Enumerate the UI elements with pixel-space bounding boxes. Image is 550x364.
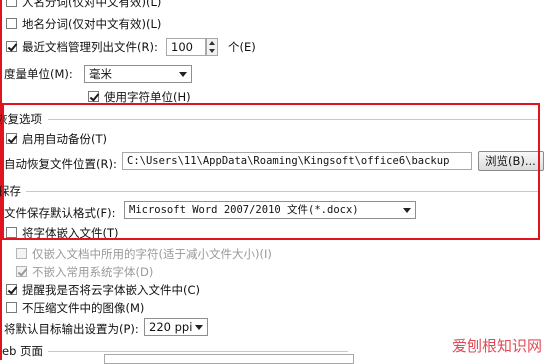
recent-docs-label: 最近文档管理列出文件(R): (22, 40, 158, 54)
embed-used-only-checkbox[interactable] (16, 248, 27, 259)
chevron-down-icon (195, 325, 203, 330)
web-section-title: eb 页面 (2, 344, 44, 358)
embed-used-only-label: 仅嵌入文档中所用的字符(适于减小文件大小)(I) (32, 247, 272, 261)
auto-backup-checkbox[interactable] (6, 133, 17, 144)
measure-unit-select[interactable]: 毫米 (84, 65, 192, 83)
char-unit-checkbox[interactable] (88, 91, 99, 102)
left-edge-red-line (0, 0, 2, 360)
save-format-value: Microsoft Word 2007/2010 文件(*.docx) (129, 204, 359, 216)
person-name-label: 人名分词(仅对中文有效)(L) (22, 0, 162, 9)
recent-docs-spinner[interactable] (206, 38, 218, 56)
save-section-title: 保存 (0, 184, 21, 198)
no-compress-images-checkbox[interactable] (6, 302, 17, 313)
chevron-down-icon (403, 208, 411, 213)
char-unit-label: 使用字符单位(H) (104, 90, 191, 104)
embed-fonts-label: 将字体嵌入文件(T) (22, 226, 119, 240)
remind-cloud-fonts-checkbox[interactable] (6, 284, 17, 295)
default-target-value: 220 ppi (149, 320, 193, 334)
save-format-label: 文件保存默认格式(F): (4, 206, 116, 220)
person-name-checkbox[interactable] (6, 0, 17, 7)
no-common-fonts-checkbox[interactable] (16, 266, 27, 277)
web-input-partial[interactable] (104, 354, 354, 364)
embed-fonts-checkbox[interactable] (6, 227, 17, 238)
remind-cloud-fonts-label: 提醒我是否将云字体嵌入文件中(C) (22, 283, 201, 297)
recovery-separator (48, 119, 538, 120)
recent-docs-unit: 个(E) (228, 40, 256, 54)
recent-docs-checkbox[interactable] (6, 41, 17, 52)
no-compress-images-label: 不压缩文件中的图像(M) (22, 301, 145, 315)
place-name-checkbox[interactable] (6, 18, 17, 29)
auto-recover-path-input[interactable]: C:\Users\11\AppData\Roaming\Kingsoft\off… (122, 152, 472, 170)
browse-button[interactable]: 浏览(B)... (478, 151, 544, 171)
spin-down-icon[interactable] (209, 49, 215, 53)
default-target-select[interactable]: 220 ppi (144, 318, 208, 336)
auto-backup-label: 启用自动备份(T) (22, 132, 107, 146)
auto-recover-label: 自动恢复文件位置(R): (4, 157, 117, 171)
recovery-section-title: 恢复选项 (0, 112, 42, 126)
place-name-label: 地名分词(仅对中文有效)(L) (22, 17, 162, 31)
watermark-text: 爱刨根知识网 (451, 337, 542, 355)
save-separator (26, 191, 538, 192)
spin-up-icon[interactable] (209, 41, 215, 45)
no-common-fonts-label: 不嵌入常用系统字体(D) (32, 265, 154, 279)
save-format-select[interactable]: Microsoft Word 2007/2010 文件(*.docx) (124, 201, 416, 219)
measure-unit-label: 度量单位(M): (4, 67, 73, 81)
default-target-label: 将默认目标输出设置为(P): (4, 322, 139, 336)
web-separator (48, 351, 348, 352)
recent-docs-input[interactable]: 100 (166, 38, 206, 56)
measure-unit-value: 毫米 (89, 67, 112, 81)
chevron-down-icon (179, 72, 187, 77)
